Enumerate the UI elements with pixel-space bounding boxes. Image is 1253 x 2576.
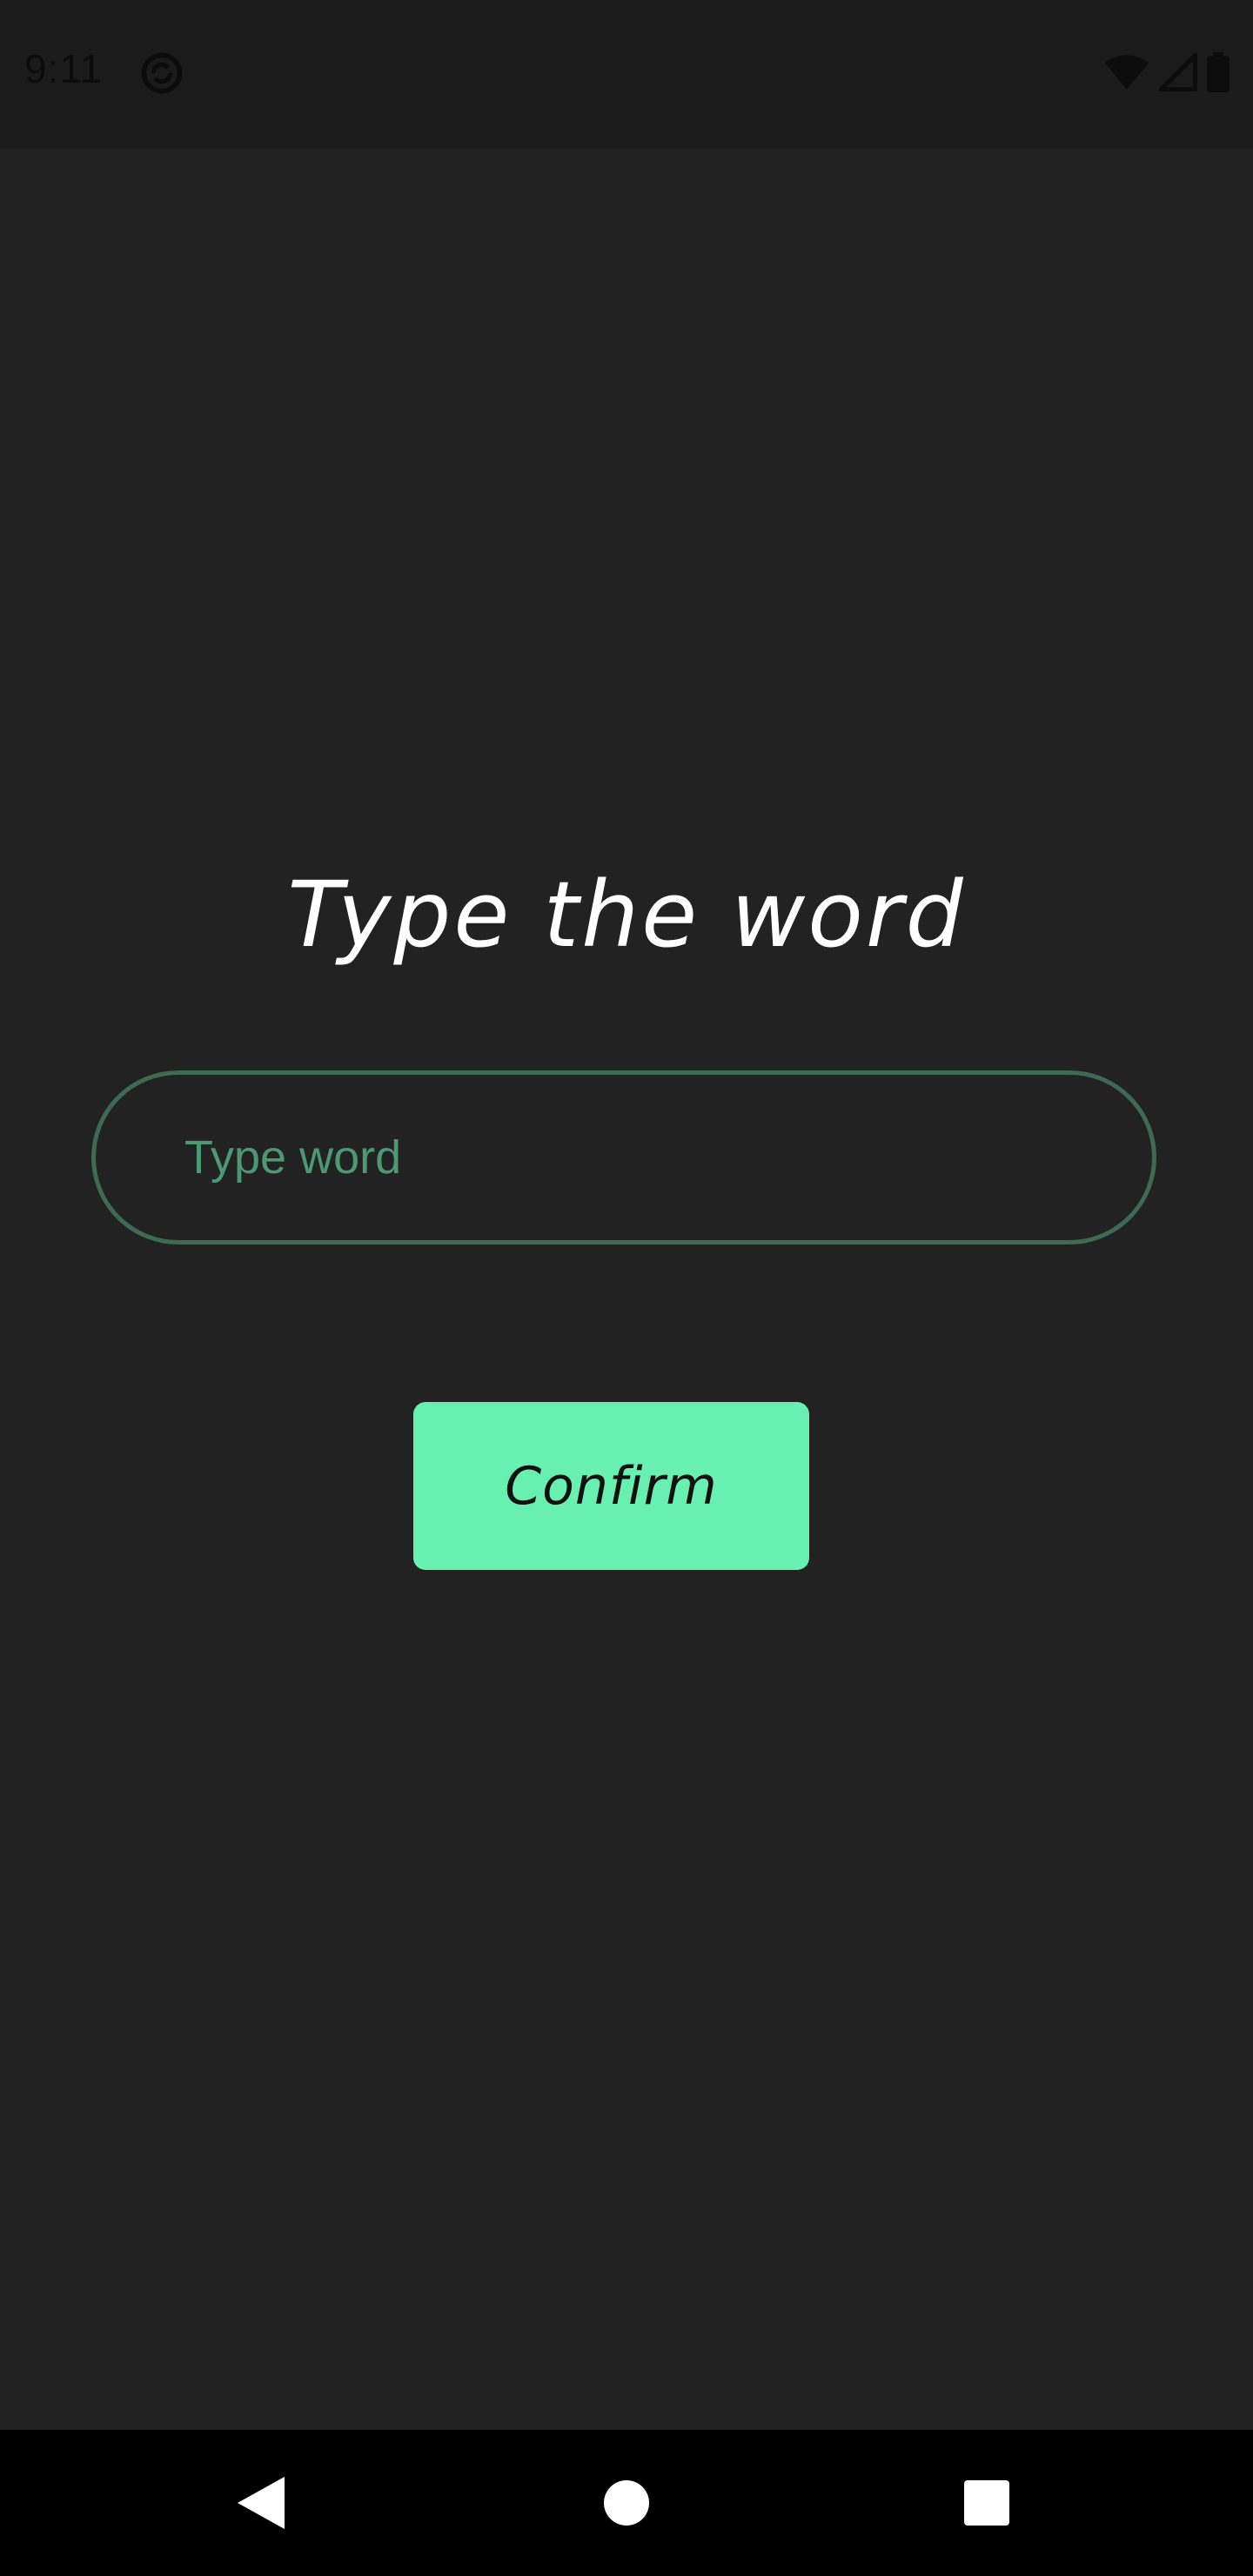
status-icons [1103, 52, 1230, 92]
navigation-bar [0, 2430, 1253, 2576]
sync-icon [141, 52, 183, 94]
wifi-icon [1104, 55, 1149, 90]
status-time: 9:11 [24, 46, 104, 91]
app-screen: 9:11 Type the word Confirm [0, 0, 1253, 2576]
back-icon [238, 2477, 285, 2529]
word-input[interactable] [96, 1075, 1152, 1240]
signal-icon [1159, 53, 1197, 91]
recents-icon [964, 2480, 1009, 2526]
battery-icon [1207, 52, 1230, 92]
status-bar: 9:11 [0, 0, 1253, 149]
recents-button[interactable] [900, 2430, 1074, 2576]
home-icon [604, 2480, 649, 2526]
home-button[interactable] [539, 2430, 714, 2576]
back-button[interactable] [174, 2430, 348, 2576]
page-title: Type the word [287, 862, 966, 968]
confirm-button[interactable]: Confirm [413, 1402, 809, 1570]
word-input-field[interactable] [91, 1070, 1156, 1244]
